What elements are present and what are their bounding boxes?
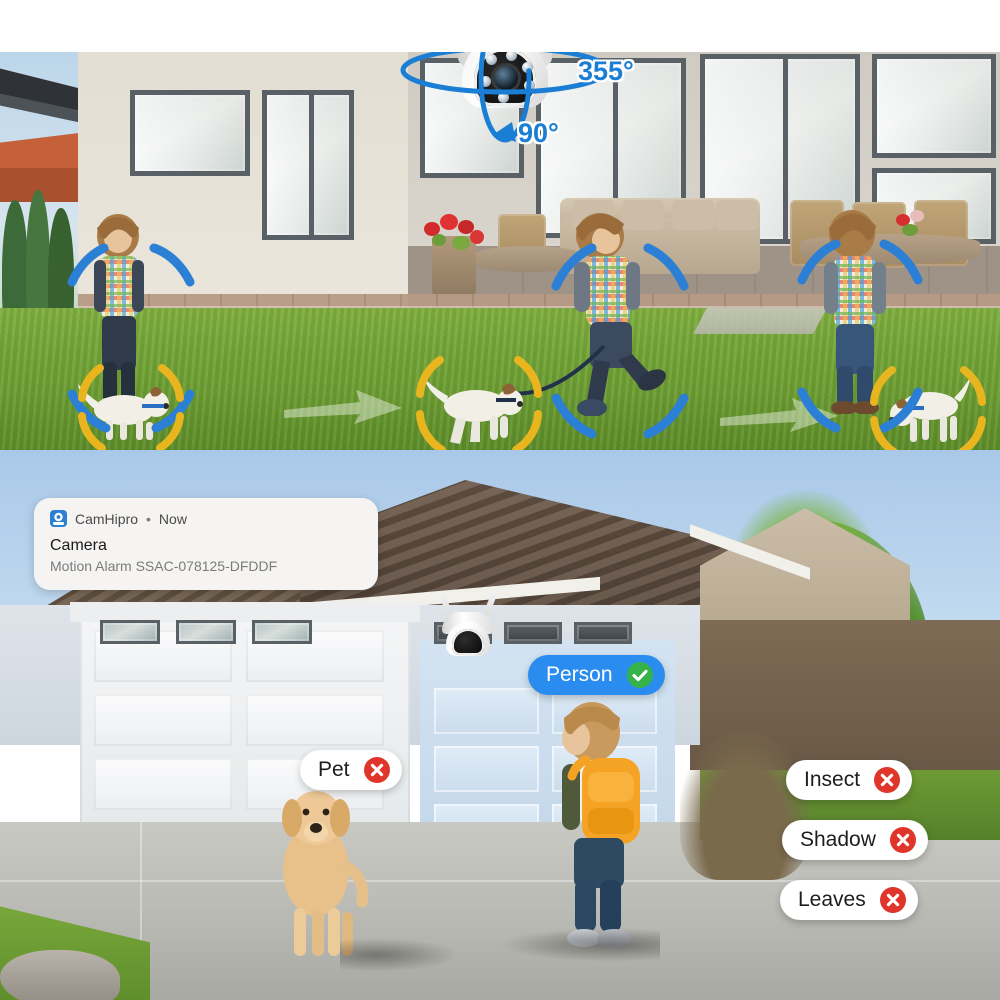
motion-arrow: [284, 388, 404, 428]
tilt-angle-label: 90°: [518, 118, 559, 148]
dog-left: [72, 380, 182, 442]
flowers: [892, 208, 936, 242]
notification-message: Motion Alarm SSAC-078125-DFDDF: [50, 558, 278, 574]
close-icon: [874, 767, 901, 793]
detection-chip-pet[interactable]: Pet: [300, 750, 402, 790]
close-icon: [879, 887, 906, 913]
window: [252, 620, 312, 644]
dog-right: [872, 372, 982, 450]
window: [504, 622, 562, 644]
boy-shadow: [500, 928, 660, 962]
wifi-ptz-camera: [434, 590, 506, 662]
garage-header: [70, 602, 420, 622]
feature-header: [0, 0, 1000, 52]
humanoid-detection-panel: CamHipro • Now Camera Motion Alarm SSAC-…: [0, 450, 1000, 1000]
dog-golden-retriever: [258, 780, 378, 960]
garden-path: [693, 308, 827, 334]
boy-with-backpack: [530, 698, 670, 948]
flowers: [420, 208, 494, 254]
detection-chip-insect[interactable]: Insect: [786, 760, 913, 800]
check-icon: [626, 662, 653, 688]
notification-header: CamHipro • Now: [50, 510, 362, 527]
detection-chip-label: Pet: [318, 758, 350, 781]
window: [574, 622, 632, 644]
detection-chip-label: Leaves: [798, 888, 866, 911]
detection-chip-shadow[interactable]: Shadow: [782, 820, 928, 860]
window: [176, 620, 236, 644]
detection-chip-person[interactable]: Person: [528, 655, 665, 695]
detection-chip-leaves[interactable]: Leaves: [780, 880, 918, 920]
product-feature-image: Auto Tracking Humanoid Detection: [0, 0, 1000, 1000]
motion-alarm-notification[interactable]: CamHipro • Now Camera Motion Alarm SSAC-…: [34, 498, 378, 590]
detection-chip-label: Person: [546, 663, 613, 686]
notification-app-name: CamHipro: [75, 510, 139, 527]
notification-title: Camera: [50, 537, 107, 554]
detection-chip-label: Shadow: [800, 828, 876, 851]
notification-time: Now: [158, 510, 187, 527]
close-icon: [363, 757, 390, 783]
auto-tracking-panel: Auto Tracking Humanoid Detection: [0, 0, 1000, 450]
landscape-rock: [0, 950, 120, 1000]
close-icon: [889, 827, 916, 853]
camera-icon: [50, 510, 67, 527]
ornamental-grass: [680, 730, 810, 880]
dog-center: [420, 376, 540, 446]
notification-separator: •: [146, 510, 151, 527]
detection-chip-label: Insect: [804, 768, 861, 791]
window: [100, 620, 160, 644]
pan-angle-label: 355°: [578, 56, 634, 86]
dog-shadow: [340, 938, 460, 972]
